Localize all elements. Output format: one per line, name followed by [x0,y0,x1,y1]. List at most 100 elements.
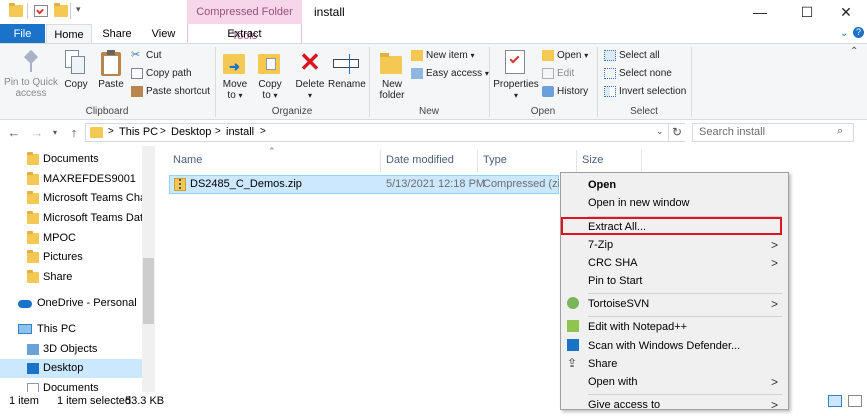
address-bar[interactable]: > This PC > Desktop > install > ⌄ [85,123,685,142]
large-icons-view-icon[interactable] [848,395,862,407]
history-button[interactable]: History [542,84,588,100]
tab-extract[interactable]: Extract [187,24,302,44]
breadcrumb-separator: > [160,126,166,137]
select-all-button[interactable]: Select all [604,48,660,64]
menu-item-open-with[interactable]: Open with > [561,371,788,393]
pin-to-quick-access-button[interactable]: Pin to Quick access [4,49,58,99]
cloud-icon [18,300,32,308]
clipboard-icon [101,50,121,76]
properties-icon[interactable] [34,5,48,17]
nav-item-teams-chat[interactable]: Microsoft Teams Chat [0,189,149,208]
status-selected: 1 item selected [57,395,131,407]
copy-button[interactable]: Copy [62,50,90,90]
open-button[interactable]: Open ▾ [542,48,588,64]
properties-button[interactable]: Properties ▾ [493,50,539,101]
group-label-new: New [418,106,439,117]
copy-icon [65,50,87,76]
details-view-icon[interactable] [828,395,842,407]
tortoise-icon [567,297,579,309]
paste-button[interactable]: Paste [96,50,126,90]
breadcrumb-separator: > [260,126,266,137]
back-arrow-icon[interactable]: ← [6,125,22,141]
breadcrumb-this-pc[interactable]: This PC [119,126,158,138]
paste-shortcut-button[interactable]: Paste shortcut [131,84,210,100]
invert-selection-icon [604,85,616,97]
copy-path-icon [131,67,143,79]
search-input[interactable]: Search install ⌕ [692,123,854,142]
easy-access-button[interactable]: Easy access ▾ [411,66,489,82]
group-label-organize: Organize [271,106,313,117]
column-date-modified[interactable]: Date modified [386,154,454,168]
tab-view[interactable]: View [141,24,186,44]
new-folder-icon[interactable] [54,3,68,17]
chevron-down-icon: ▾ [513,91,518,100]
collapse-ribbon-icon[interactable]: ⌃ [850,46,858,57]
search-placeholder: Search install [699,126,766,138]
rename-button[interactable]: Rename [328,50,366,90]
divider [380,150,381,172]
chevron-down-icon[interactable]: ▾ [47,125,63,141]
chevron-right-icon: > [770,297,778,311]
3d-objects-icon [27,344,39,355]
chevron-down-icon[interactable]: ⌄ [840,28,848,39]
chevron-down-icon[interactable]: ⌄ [656,126,664,137]
nav-item-share[interactable]: Share [0,268,142,287]
notepad-icon [567,320,579,332]
column-size[interactable]: Size [582,154,603,168]
delete-x-icon: ✕ [299,47,321,77]
copy-to-icon [258,50,282,76]
tab-home[interactable]: Home [46,24,92,44]
column-name[interactable]: Name [173,154,202,168]
paste-shortcut-icon [131,85,143,97]
copy-path-button[interactable]: Copy path [131,66,192,82]
nav-scrollbar-thumb[interactable] [143,258,154,324]
edit-button[interactable]: Edit [542,66,574,82]
nav-item-documents[interactable]: Documents [0,150,142,169]
menu-item-give-access[interactable]: Give access to > [561,394,788,416]
menu-item-open-new-window[interactable]: Open in new window [561,192,788,214]
nav-item-3d-objects[interactable]: 3D Objects [0,340,142,359]
invert-selection-button[interactable]: Invert selection [604,84,686,100]
table-row[interactable]: DS2485_C_Demos.zip 5/13/2021 12:18 PM Co… [169,175,559,194]
close-button[interactable]: ✕ [823,0,867,24]
folder-icon [380,50,404,76]
cut-button[interactable]: ✂ Cut [131,48,162,64]
tab-file[interactable]: File [0,24,45,44]
select-all-icon [604,49,616,61]
nav-item-maxrefdes9001[interactable]: MAXREFDES9001 [0,170,142,189]
context-menu: Open Open in new window Extract All... 7… [560,172,789,412]
breadcrumb-desktop[interactable]: Desktop [171,126,211,138]
delete-button[interactable]: ✕ Delete ▾ [294,47,326,101]
nav-item-teams-data[interactable]: Microsoft Teams Data [0,209,149,228]
column-type[interactable]: Type [483,154,507,168]
menu-item-pin-to-start[interactable]: Pin to Start [561,270,788,292]
copy-to-button[interactable]: Copy to ▾ [255,50,285,101]
move-to-button[interactable]: ➜ Move to ▾ [220,50,250,101]
up-arrow-icon[interactable]: ↑ [66,125,82,141]
menu-item-tortoisesvn[interactable]: TortoiseSVN > [561,293,788,315]
nav-item-onedrive[interactable]: OneDrive - Personal [0,294,142,313]
status-item-count: 1 item [9,395,39,407]
help-icon[interactable]: ? [853,27,864,38]
nav-item-desktop[interactable]: Desktop [0,359,142,378]
nav-item-this-pc[interactable]: This PC [0,320,142,339]
forward-arrow-icon[interactable]: → [29,125,45,141]
scissors-icon: ✂ [131,48,141,61]
nav-item-mpoc[interactable]: MPOC [0,229,142,248]
select-none-button[interactable]: Select none [604,66,672,82]
folder-icon [27,152,39,165]
refresh-icon[interactable]: ↻ [668,124,685,141]
nav-item-pictures[interactable]: Pictures [0,248,142,267]
chevron-down-icon: ▾ [307,91,312,100]
chevron-down-icon[interactable]: ▾ [76,4,81,15]
edit-icon [542,67,554,79]
folder-icon [27,211,39,224]
new-item-icon [411,49,423,61]
breadcrumb-install[interactable]: install [226,126,254,138]
tab-share[interactable]: Share [93,24,141,44]
new-item-button[interactable]: New item ▾ [411,48,474,64]
file-type: Compressed (zipp [483,178,559,190]
zip-folder-icon [174,178,186,191]
minimize-button[interactable]: — [737,0,783,24]
new-folder-button[interactable]: New folder [376,50,408,101]
